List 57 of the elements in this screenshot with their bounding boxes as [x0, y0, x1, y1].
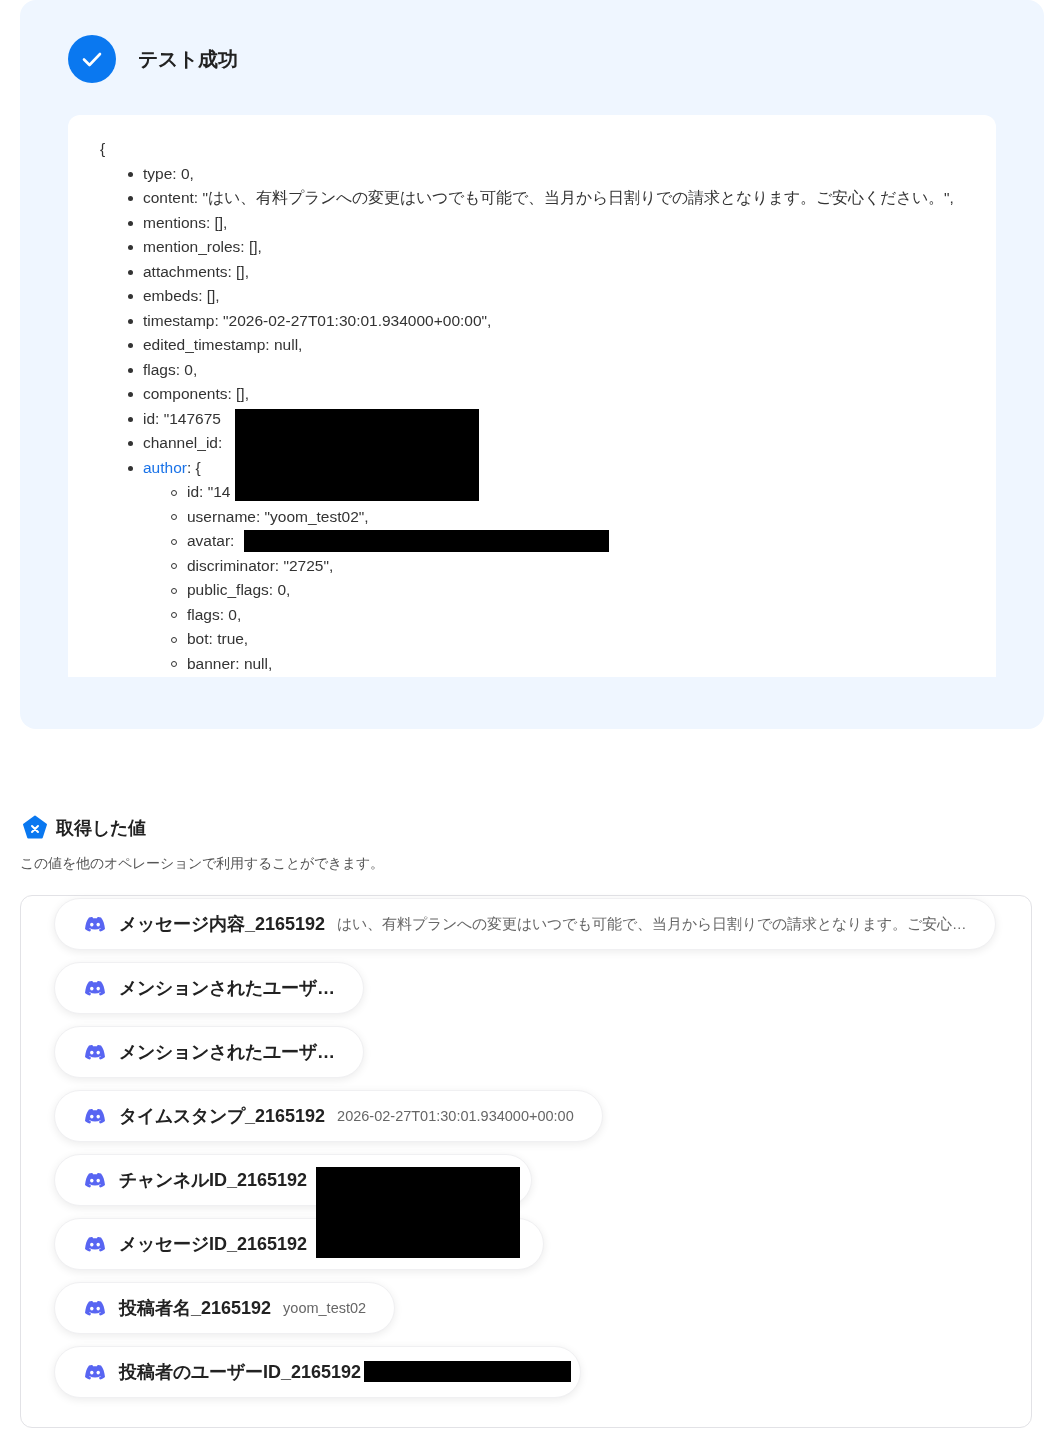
value-chip[interactable]: メッセージ内容_2165192 はい、有料プランへの変更はいつでも可能で、当月から日割りでの請求となります。ご安心…	[54, 898, 996, 950]
bullet-icon	[128, 367, 133, 373]
code-line: avatar:	[187, 531, 235, 551]
value-chip[interactable]: メンションされたユーザ…	[54, 1026, 364, 1078]
code-line: components: [],	[143, 384, 249, 404]
value-chip[interactable]: メンションされたユーザ…	[54, 962, 364, 1014]
code-line: flags: 0,	[143, 359, 198, 380]
code-line: content: "はい、有料プランへの変更はいつでも可能で、当月から日割りでの請求となります。ご安心ください。",	[143, 188, 954, 208]
value-text: 2026-02-27T01:30:01.934000+00:00	[337, 1108, 574, 1124]
code-line: embeds: [],	[143, 286, 220, 306]
code-line: mentions: [],	[143, 212, 228, 233]
bullet-icon	[128, 196, 133, 201]
code-line: type: 0,	[143, 163, 194, 184]
code-line: discriminator: "2725",	[187, 555, 334, 576]
controller-icon	[84, 1108, 106, 1124]
controller-icon	[84, 1044, 106, 1060]
code-line: : {	[186, 457, 201, 478]
result-title: テスト成功	[138, 46, 238, 72]
pentagon-x-icon	[22, 815, 48, 841]
code-line: id: "14	[187, 482, 231, 502]
code-line: mention_roles: [],	[143, 237, 262, 257]
value-chip[interactable]: 投稿者名_2165192 yoom_test02	[54, 1282, 396, 1334]
value-text: はい、有料プランへの変更はいつでも可能で、当月から日割りでの請求となります。ご安心…	[337, 914, 967, 934]
section-title: 取得した値	[56, 817, 146, 840]
bullet-icon	[128, 269, 133, 275]
code-key-link[interactable]: author	[143, 455, 187, 480]
check-icon	[68, 35, 116, 83]
code-line: username: "yoom_test02",	[187, 506, 369, 527]
bullet-icon	[128, 294, 133, 299]
value-chip[interactable]: タイムスタンプ_2165192 2026-02-27T01:30:01.934000+00:00	[54, 1090, 603, 1142]
controller-icon	[84, 1364, 106, 1380]
code-line: attachments: [],	[143, 261, 249, 282]
bullet-icon	[128, 465, 133, 471]
code-line: timestamp: "2026-02-27T01:30:01.934000+00:00",	[143, 310, 492, 331]
bullet-icon	[128, 441, 133, 446]
code-line: bot: true,	[187, 629, 249, 649]
section-description: この値を他のオペレーションで利用することができます。	[20, 855, 385, 873]
bullet-icon	[128, 392, 133, 397]
controller-icon	[84, 1172, 106, 1188]
controller-icon	[84, 980, 106, 996]
bullet-icon	[128, 245, 133, 250]
code-line: channel_id:	[143, 433, 223, 453]
bullet-icon	[128, 416, 133, 422]
controller-icon	[84, 916, 106, 932]
controller-icon	[84, 1300, 106, 1316]
bullet-icon	[128, 343, 133, 348]
bullet-icon	[128, 318, 133, 324]
value-text: yoom_test02	[283, 1300, 367, 1316]
code-line: flags: 0,	[187, 604, 242, 625]
bullet-icon	[128, 171, 133, 177]
code-line: banner: null,	[187, 653, 273, 674]
code-line: edited_timestamp: null,	[143, 335, 303, 355]
code-line: {	[100, 139, 106, 159]
code-line: public_flags: 0,	[187, 580, 291, 600]
controller-icon	[84, 1236, 106, 1252]
code-line: id: "147675	[143, 408, 221, 429]
bullet-icon	[128, 220, 133, 226]
